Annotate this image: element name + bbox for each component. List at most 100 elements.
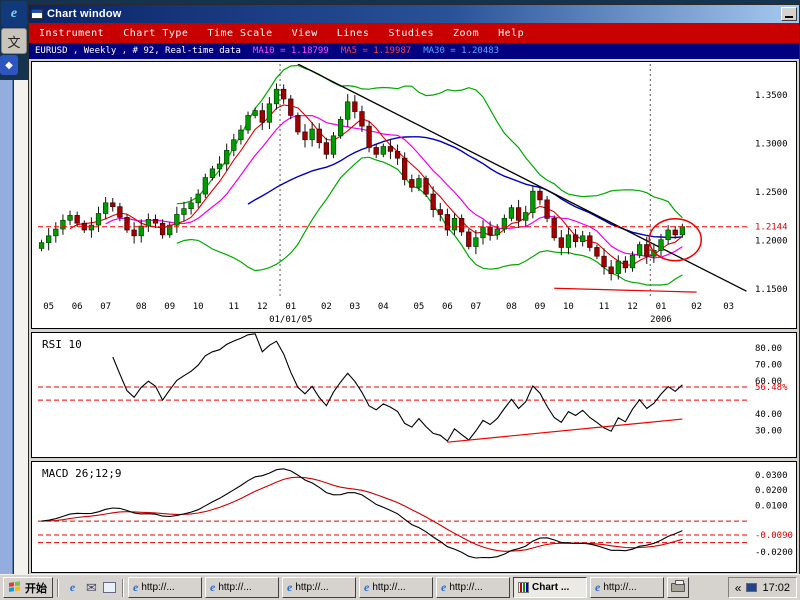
month-label: 05	[413, 302, 424, 312]
menu-item-help[interactable]: Help	[498, 28, 524, 39]
collapse-chevron-icon[interactable]: «	[735, 582, 742, 594]
ie-icon: e	[441, 580, 446, 595]
ma10-value: MA10 = 1.18799	[253, 46, 329, 56]
menu-bar: Instrument Chart Type Time Scale View Lines S…	[29, 23, 799, 43]
menu-item-lines[interactable]: Lines	[337, 28, 370, 39]
menu-item-zoom[interactable]: Zoom	[453, 28, 479, 39]
rsi-title: RSI 10	[42, 338, 82, 351]
ma5-value: MA5 = 1.19987	[341, 46, 411, 56]
menu-item-instrument[interactable]: Instrument	[39, 28, 104, 39]
rsi-axis-label: 80.00	[755, 344, 782, 354]
month-label: 08	[136, 302, 147, 312]
start-button[interactable]: 开始	[3, 577, 53, 598]
macd-indicator-panel[interactable]: 0.03000.02000.0100-0.0200-0.0090MACD 26;…	[31, 461, 797, 573]
taskbar-button-2-http[interactable]: ehttp://...	[205, 577, 279, 598]
text-tool-icon[interactable]: 文	[1, 28, 27, 54]
price-axis-label: 1.2000	[755, 237, 788, 247]
desktop-icon[interactable]	[103, 582, 116, 593]
price-axis-label: 1.1500	[755, 285, 788, 295]
ie-icon: e	[210, 580, 215, 595]
ie-icon[interactable]: e	[65, 580, 80, 595]
month-label: 12	[257, 302, 268, 312]
app-icon[interactable]: ◆	[0, 55, 18, 75]
printer-icon	[671, 583, 685, 592]
macd-title: MACD 26;12;9	[42, 467, 121, 480]
taskbar-buttons: ehttp://...ehttp://...ehttp://...ehttp:/…	[128, 577, 664, 598]
taskbar-button-label: http://...	[218, 582, 251, 593]
desktop-background: e文◆ Chart window InstrumentChart TypeTim…	[0, 0, 800, 600]
macd-current-label: -0.0090	[755, 531, 793, 541]
descending-trendline	[298, 64, 747, 291]
month-label: 03	[723, 302, 734, 312]
price-axis-label: 1.3000	[755, 140, 788, 150]
taskbar: 开始 e✉ ehttp://...ehttp://...ehttp://...e…	[0, 574, 800, 600]
mail-icon[interactable]: ✉	[84, 580, 99, 595]
chart-panels: 1.3500 1.3000 1.2500 1.2000 1.1500 1.2144 05 06…	[29, 59, 799, 575]
ie-icon: e	[364, 580, 369, 595]
window-icon	[31, 9, 43, 19]
quick-launch: e✉	[63, 580, 118, 595]
price-chart-panel[interactable]: 1.3500 1.3000 1.2500 1.2000 1.1500 1.2144 05 06…	[31, 61, 797, 329]
display-tray-icon[interactable]	[746, 583, 757, 592]
ie-icon: e	[595, 580, 600, 595]
month-label: 09	[164, 302, 175, 312]
taskbar-button-7-http[interactable]: ehttp://...	[590, 577, 664, 598]
month-label: 11	[228, 302, 239, 312]
menu-item-time-scale[interactable]: Time Scale	[207, 28, 272, 39]
month-label: 03	[349, 302, 360, 312]
month-label: 01	[656, 302, 667, 312]
month-label: 06	[442, 302, 453, 312]
rsi-trendline	[447, 419, 682, 442]
ie-icon: e	[133, 580, 138, 595]
price-axis-label: 1.2500	[755, 188, 788, 198]
browser-icon[interactable]: e	[1, 1, 27, 27]
ie-icon: e	[287, 580, 292, 595]
menu-item-chart-type[interactable]: Chart Type	[123, 28, 188, 39]
chart-icon	[518, 582, 529, 593]
rsi-axis-label: 30.00	[755, 427, 782, 437]
support-line	[554, 288, 696, 292]
month-label: 07	[470, 302, 481, 312]
price-axis-label: 1.3500	[755, 91, 788, 101]
month-label: 10	[563, 302, 574, 312]
taskbar-button-label: http://...	[372, 582, 405, 593]
month-label: 06	[72, 302, 83, 312]
month-label: 01	[285, 302, 296, 312]
taskbar-button-label: Chart ...	[532, 582, 569, 593]
taskbar-button-5-http[interactable]: ehttp://...	[436, 577, 510, 598]
minimize-button[interactable]	[781, 7, 797, 21]
month-label: 10	[193, 302, 204, 312]
rsi-current-label: 56.48%	[755, 383, 788, 393]
printer-button[interactable]	[667, 577, 689, 598]
taskbar-button-6-chart[interactable]: Chart ...	[513, 577, 587, 598]
menu-item-view[interactable]: View	[292, 28, 318, 39]
background-scrollbar[interactable]	[0, 80, 13, 574]
macd-axis-label: 0.0300	[755, 471, 788, 481]
macd-axis-label: 0.0100	[755, 502, 788, 512]
taskbar-divider	[57, 579, 59, 597]
ma30-value: MA30 = 1.20483	[423, 46, 499, 56]
window-titlebar[interactable]: Chart window	[29, 5, 799, 23]
start-label: 开始	[25, 580, 47, 596]
taskbar-button-label: http://...	[295, 582, 328, 593]
taskbar-button-1-http[interactable]: ehttp://...	[128, 577, 202, 598]
rsi-axis-label: 70.00	[755, 361, 782, 371]
month-label: 02	[321, 302, 332, 312]
taskbar-button-4-http[interactable]: ehttp://...	[359, 577, 433, 598]
taskbar-divider	[122, 579, 124, 597]
left-icon-column: e文◆	[0, 1, 28, 75]
menu-item-studies[interactable]: Studies	[388, 28, 434, 39]
month-label: 07	[100, 302, 111, 312]
taskbar-button-3-http[interactable]: ehttp://...	[282, 577, 356, 598]
window-title: Chart window	[47, 8, 122, 20]
rsi-indicator-panel[interactable]: 80.0070.0060.0040.0030.0056.48%RSI 10	[31, 332, 797, 458]
current-price-label: 1.2144	[755, 223, 788, 233]
month-label: 09	[535, 302, 546, 312]
month-label: 08	[506, 302, 517, 312]
minimize-icon	[785, 16, 793, 18]
month-label: 12	[627, 302, 638, 312]
year-label: 01/01/05	[269, 315, 312, 325]
taskbar-button-label: http://...	[141, 582, 174, 593]
background-window-edge: e文◆	[0, 0, 28, 574]
system-tray: « 17:02	[728, 577, 797, 598]
